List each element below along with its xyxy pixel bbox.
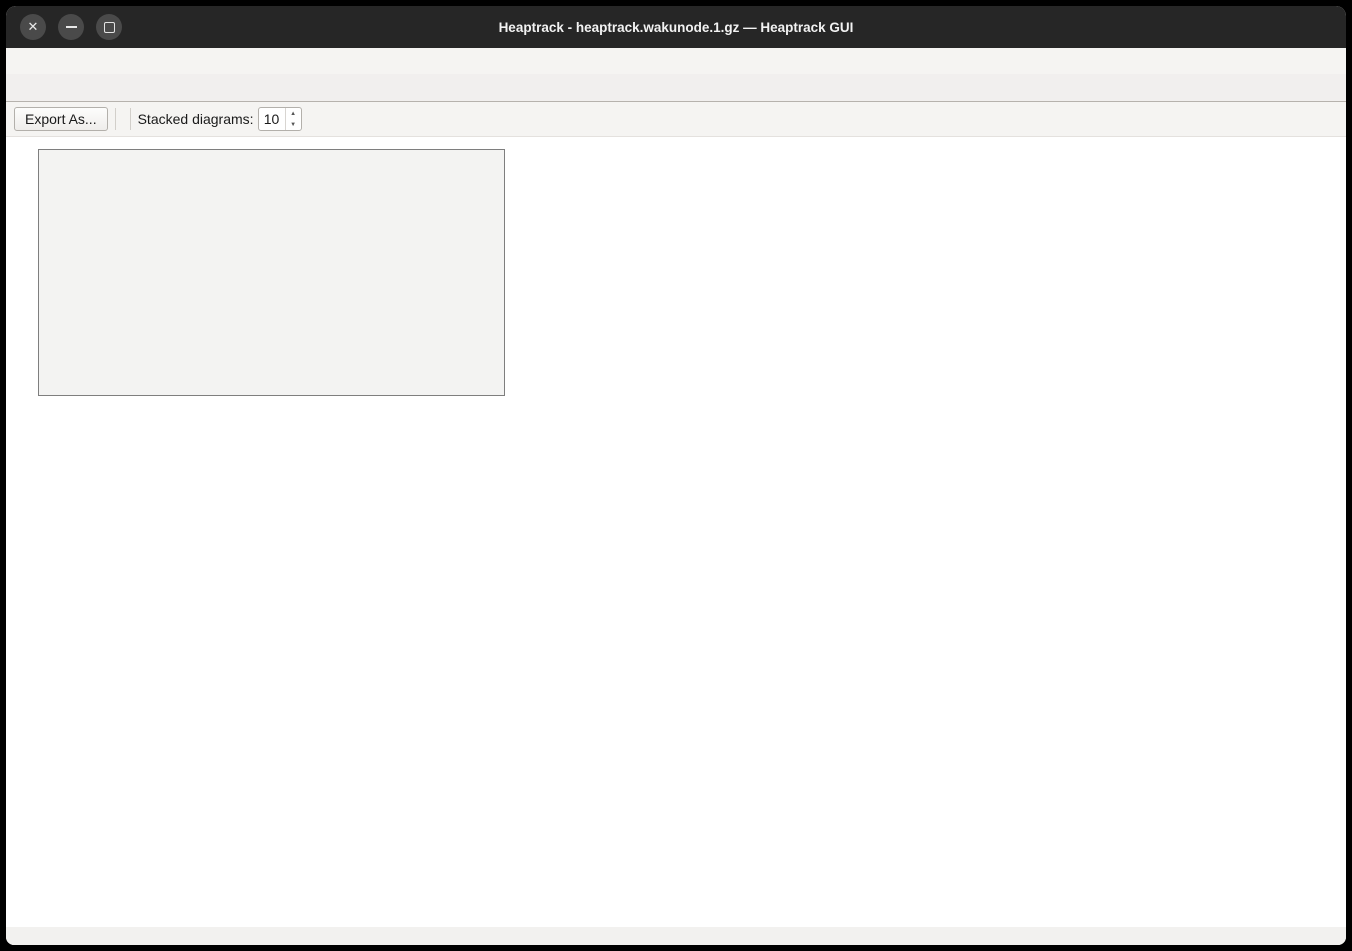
window-title: Heaptrack - heaptrack.wakunode.1.gz — He… [6,20,1346,35]
minimize-button-icon[interactable] [58,14,84,40]
menubar [6,48,1346,74]
spinbox-value[interactable]: 10 [259,108,285,130]
export-as-button[interactable]: Export As... [14,107,108,131]
close-button-icon[interactable]: ✕ [20,14,46,40]
titlebar: ✕ Heaptrack - heaptrack.wakunode.1.gz — … [6,6,1346,48]
stacked-diagrams-spinbox[interactable]: 10 ▲ ▼ [258,107,302,131]
chart-legend [38,149,505,396]
stacked-diagrams-label: Stacked diagrams: [138,111,254,127]
spin-down-icon[interactable]: ▼ [286,119,301,130]
toolbar: Export As... Stacked diagrams: 10 ▲ ▼ [6,102,1346,137]
spin-up-icon[interactable]: ▲ [286,108,301,119]
toolbar-separator [130,108,131,130]
app-window: ✕ Heaptrack - heaptrack.wakunode.1.gz — … [6,6,1346,945]
tabbar [6,74,1346,102]
window-footer [6,927,1346,945]
window-controls: ✕ [20,14,122,40]
toolbar-separator [115,108,116,130]
maximize-button-icon[interactable] [96,14,122,40]
chart-area [6,137,1346,927]
